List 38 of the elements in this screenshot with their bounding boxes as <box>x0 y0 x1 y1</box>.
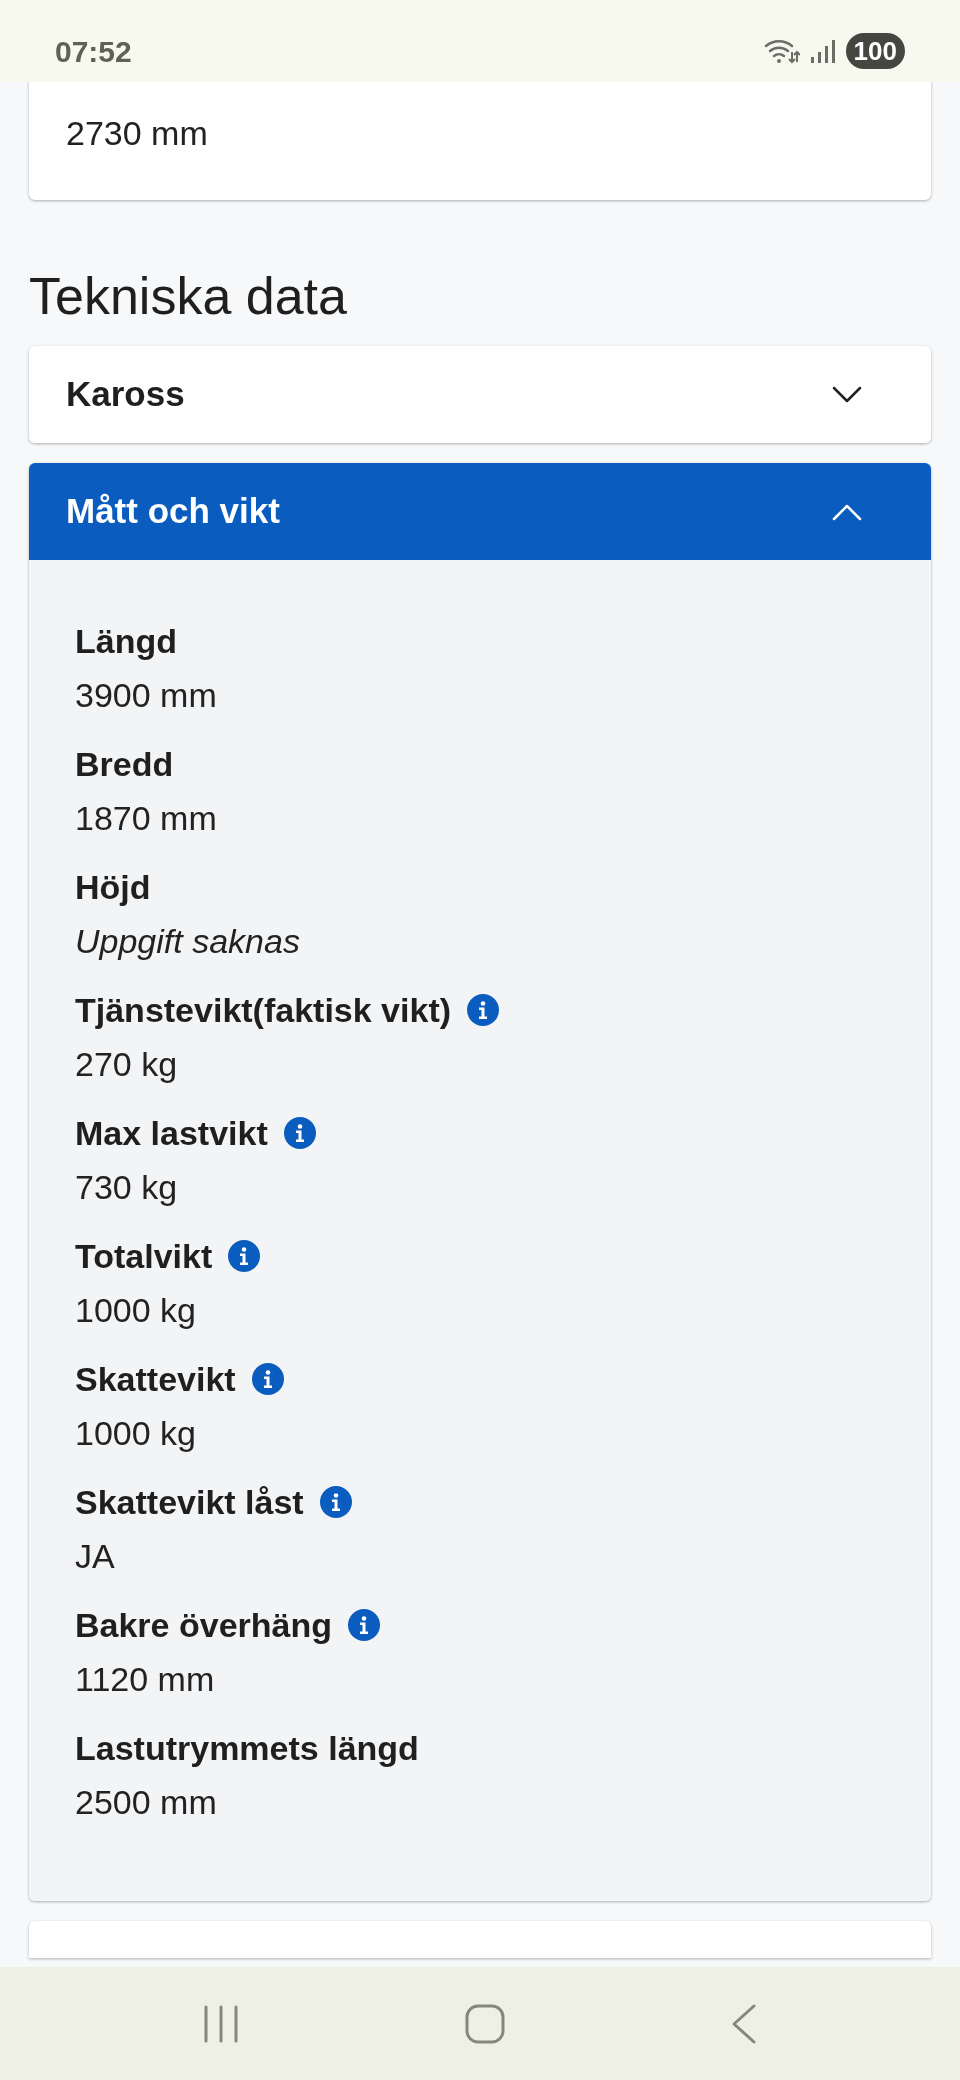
battery-indicator: 100 <box>845 33 905 69</box>
chevron-down-icon <box>832 385 862 404</box>
field-label: Max lastvikt <box>75 1112 268 1154</box>
field-value: 2500 mm <box>75 1782 218 1823</box>
field-value: JA <box>75 1536 116 1577</box>
field-label: Skattevikt <box>75 1358 236 1400</box>
field-value: 730 kg <box>75 1167 179 1208</box>
field-value: 1000 kg <box>75 1290 197 1331</box>
field-value: 3900 mm <box>75 675 218 716</box>
back-icon[interactable] <box>731 2003 757 2044</box>
info-icon[interactable] <box>283 1117 316 1149</box>
field-label: Totalvikt <box>75 1235 213 1277</box>
home-icon[interactable] <box>465 2003 505 2044</box>
clock: 07:52 <box>55 33 132 70</box>
section-heading: Tekniska data <box>29 266 348 326</box>
signal-icon <box>809 38 836 64</box>
field-value: 270 kg <box>75 1044 179 1085</box>
info-icon[interactable] <box>467 994 500 1026</box>
info-icon[interactable] <box>251 1363 284 1395</box>
info-icon[interactable] <box>348 1609 380 1641</box>
field-label: Skattevikt låst <box>75 1481 304 1523</box>
field-label: Lastutrymmets längd <box>75 1727 419 1769</box>
field-value: 1000 kg <box>75 1413 197 1454</box>
field-value: 1870 mm <box>75 798 218 839</box>
accordion-header[interactable]: Mått och vikt <box>29 463 931 560</box>
info-icon[interactable] <box>228 1240 261 1272</box>
field-label: Bredd <box>75 743 174 785</box>
field-label: Höjd <box>75 866 151 908</box>
recent-apps-icon[interactable] <box>203 2004 239 2043</box>
field-label: Bakre överhäng <box>75 1604 332 1646</box>
field-value: 2730 mm <box>66 113 209 154</box>
field-label: Längd <box>75 620 177 662</box>
chevron-up-icon <box>832 502 862 521</box>
accordion-header[interactable]: Kaross <box>29 346 931 443</box>
info-icon[interactable] <box>319 1486 352 1518</box>
field-value: 1120 mm <box>75 1659 216 1700</box>
field-label: Tjänstevikt(faktisk vikt) <box>75 989 452 1031</box>
field-value: Uppgift saknas <box>75 921 301 962</box>
